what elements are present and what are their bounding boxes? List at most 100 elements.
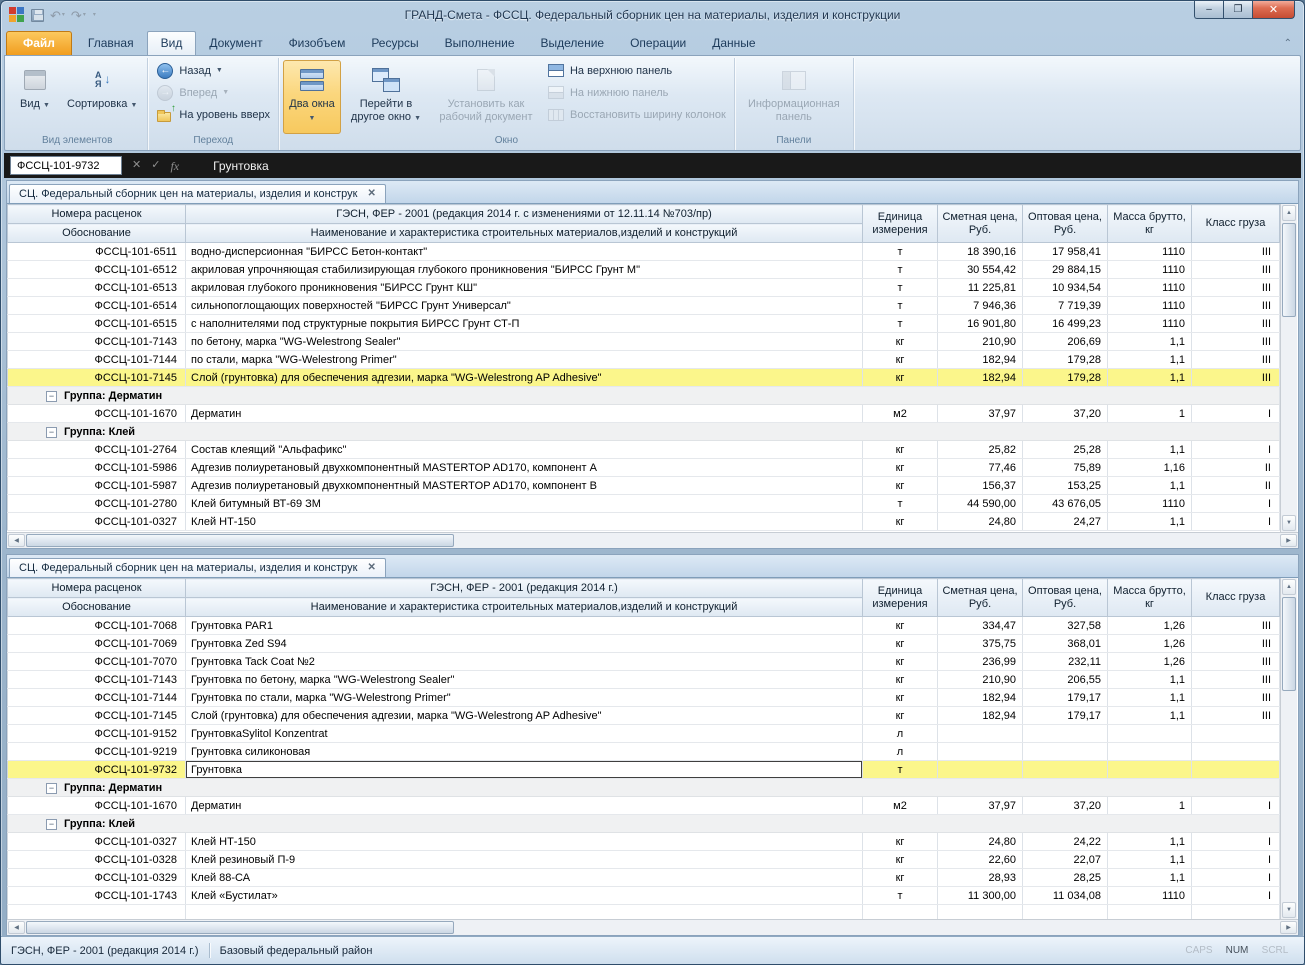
table-row[interactable]: ФССЦ-101-9152 ГрунтовкаSylitol Konzentrat… [7, 724, 1280, 743]
ribbon-tab-Вид[interactable]: Вид [146, 31, 197, 55]
view-mode-button[interactable]: Вид ▼ [11, 60, 59, 134]
cell-mass[interactable] [1107, 724, 1192, 743]
cell-wholesale-price[interactable]: 179,28 [1022, 350, 1108, 369]
cell-cargo-class[interactable] [1191, 760, 1280, 779]
cell-estimate-price[interactable]: 182,94 [937, 368, 1023, 387]
cell-code[interactable]: ФССЦ-101-7145 [7, 368, 186, 387]
ribbon-tab-Выделение[interactable]: Выделение [528, 32, 618, 55]
cell-cargo-class[interactable]: III [1191, 314, 1280, 333]
cell-mass[interactable]: 1,1 [1107, 850, 1192, 869]
collapse-icon[interactable]: − [46, 390, 57, 402]
col-header-wholesale-price[interactable]: Оптовая цена, Руб. [1022, 578, 1108, 617]
cell-name[interactable]: по бетону, марка "WG-Welestrong Sealer" [185, 332, 863, 351]
cell-code[interactable]: ФССЦ-101-6514 [7, 296, 186, 315]
cell-wholesale-price[interactable] [1022, 904, 1108, 919]
cell-name[interactable]: Грунтовка Zed S94 [185, 634, 863, 653]
cell-estimate-price[interactable] [937, 742, 1023, 761]
table-row[interactable]: ФССЦ-101-7145 Слой (грунтовка) для обеспе… [7, 368, 1280, 387]
group-row[interactable]: − Группа: Клей [7, 422, 1280, 441]
qat-customize-icon[interactable]: ▾ [92, 12, 96, 18]
cell-name[interactable]: сильнопоглощающих поверхностей "БИРСС Гр… [185, 296, 863, 315]
col-header-codes[interactable]: Номера расценок [7, 204, 186, 224]
col-header-gross-mass[interactable]: Масса брутто, кг [1107, 204, 1192, 243]
col-header-gross-mass[interactable]: Масса брутто, кг [1107, 578, 1192, 617]
ribbon-tab-Данные[interactable]: Данные [699, 32, 768, 55]
table-row[interactable]: ФССЦ-101-7070 Грунтовка Tack Coat №2 кг 236… [7, 652, 1280, 671]
restore-column-widths-button[interactable]: Восстановить ширину колонок [543, 104, 730, 125]
cell-wholesale-price[interactable]: 16 499,23 [1022, 314, 1108, 333]
cell-unit[interactable]: т [862, 494, 938, 513]
cell-estimate-price[interactable]: 25,82 [937, 440, 1023, 459]
cell-estimate-price[interactable]: 156,37 [937, 476, 1023, 495]
cell-unit[interactable]: кг [862, 688, 938, 707]
cell-cargo-class[interactable] [1191, 904, 1280, 919]
cell-code[interactable]: ФССЦ-101-7145 [7, 706, 186, 725]
cell-cargo-class[interactable]: II [1191, 476, 1280, 495]
scroll-right-icon[interactable]: ▶ [1280, 534, 1297, 547]
cell-code[interactable]: ФССЦ-101-7068 [7, 616, 186, 635]
cell-cargo-class[interactable]: I [1191, 404, 1280, 423]
cell-wholesale-price[interactable]: 179,17 [1022, 688, 1108, 707]
cell-mass[interactable]: 1,1 [1107, 512, 1192, 531]
cell-unit[interactable]: т [862, 760, 938, 779]
cell-mass[interactable] [1107, 904, 1192, 919]
cell-wholesale-price[interactable] [1022, 724, 1108, 743]
ribbon-tab-Ресурсы[interactable]: Ресурсы [358, 32, 431, 55]
cell-estimate-price[interactable] [937, 904, 1023, 919]
cell-code[interactable]: ФССЦ-101-7143 [7, 670, 186, 689]
cell-code[interactable]: ФССЦ-101-7069 [7, 634, 186, 653]
table-row[interactable]: ФССЦ-101-7143 по бетону, марка "WG-Welest… [7, 332, 1280, 351]
scroll-down-icon[interactable]: ▼ [1282, 902, 1296, 918]
table-row[interactable]: ФССЦ-101-2764 Состав клеящий "Альфафикс" к… [7, 440, 1280, 459]
table-row[interactable]: ФССЦ-101-6511 водно-дисперсионная "БИРСС … [7, 242, 1280, 261]
scroll-thumb[interactable] [26, 921, 454, 934]
cell-unit[interactable]: кг [862, 652, 938, 671]
table-row[interactable]: ФССЦ-101-0328 Клей резиновый П-9 кг 22,60 22… [7, 850, 1280, 869]
up-level-button[interactable]: ↑ На уровень вверх [152, 103, 274, 125]
cell-code[interactable]: ФССЦ-101-6513 [7, 278, 186, 297]
table-row[interactable]: ФССЦ-101-1670 Дерматин м2 37,97 37,20 1 I [7, 796, 1280, 815]
cell-code[interactable]: ФССЦ-101-0329 [7, 868, 186, 887]
cell-estimate-price[interactable]: 28,93 [937, 868, 1023, 887]
cell-cargo-class[interactable]: I [1191, 494, 1280, 513]
cell-name[interactable]: с наполнителями под структурные покрытия… [185, 314, 863, 333]
cell-unit[interactable]: т [862, 242, 938, 261]
cell-code[interactable]: ФССЦ-101-1670 [7, 404, 186, 423]
close-button[interactable]: ✕ [1252, 1, 1295, 19]
cell-mass[interactable]: 1,1 [1107, 440, 1192, 459]
cell-mass[interactable]: 1110 [1107, 886, 1192, 905]
cell-estimate-price[interactable]: 22,60 [937, 850, 1023, 869]
cell-estimate-price[interactable]: 16 901,80 [937, 314, 1023, 333]
cell-name[interactable]: Клей битумный ВТ-69 ЗМ [185, 494, 863, 513]
col-header-unit[interactable]: Единица измерения [862, 204, 938, 243]
cell-name[interactable]: Грунтовка по стали, марка "WG-Welestrong… [185, 688, 863, 707]
col-header-name[interactable]: Наименование и характеристика строительн… [185, 223, 863, 243]
cell-unit[interactable] [862, 904, 938, 919]
group-cell[interactable]: − Группа: Дерматин [7, 386, 1280, 405]
ribbon-tab-Главная[interactable]: Главная [75, 32, 147, 55]
cell-name[interactable]: Состав клеящий "Альфафикс" [185, 440, 863, 459]
forward-button[interactable]: → Вперед ▼ [152, 82, 274, 103]
scroll-down-icon[interactable]: ▼ [1282, 515, 1296, 531]
table-row[interactable]: ФССЦ-101-5986 Адгезив полиуретановый двух… [7, 458, 1280, 477]
cell-cargo-class[interactable]: III [1191, 616, 1280, 635]
table-row[interactable]: ФССЦ-101-7144 по стали, марка "WG-Welestr… [7, 350, 1280, 369]
cell-cargo-class[interactable]: III [1191, 670, 1280, 689]
cell-code[interactable]: ФССЦ-101-1670 [7, 796, 186, 815]
cell-wholesale-price[interactable]: 179,17 [1022, 706, 1108, 725]
vertical-scrollbar[interactable]: ▲ ▼ [1280, 204, 1297, 532]
cell-cargo-class[interactable]: I [1191, 796, 1280, 815]
cell-wholesale-price[interactable] [1022, 742, 1108, 761]
cell-cargo-class[interactable]: III [1191, 634, 1280, 653]
close-tab-icon[interactable]: ✕ [368, 563, 376, 573]
cell-wholesale-price[interactable]: 24,22 [1022, 832, 1108, 851]
cell-mass[interactable]: 1,1 [1107, 706, 1192, 725]
cell-mass[interactable] [1107, 760, 1192, 779]
cell-wholesale-price[interactable]: 206,69 [1022, 332, 1108, 351]
cell-cargo-class[interactable] [1191, 742, 1280, 761]
cell-unit[interactable]: кг [862, 476, 938, 495]
scroll-thumb[interactable] [1282, 597, 1296, 691]
cell-cargo-class[interactable]: III [1191, 706, 1280, 725]
formula-value[interactable]: Грунтовка [213, 159, 269, 173]
ribbon-tab-Физобъем[interactable]: Физобъем [276, 32, 359, 55]
